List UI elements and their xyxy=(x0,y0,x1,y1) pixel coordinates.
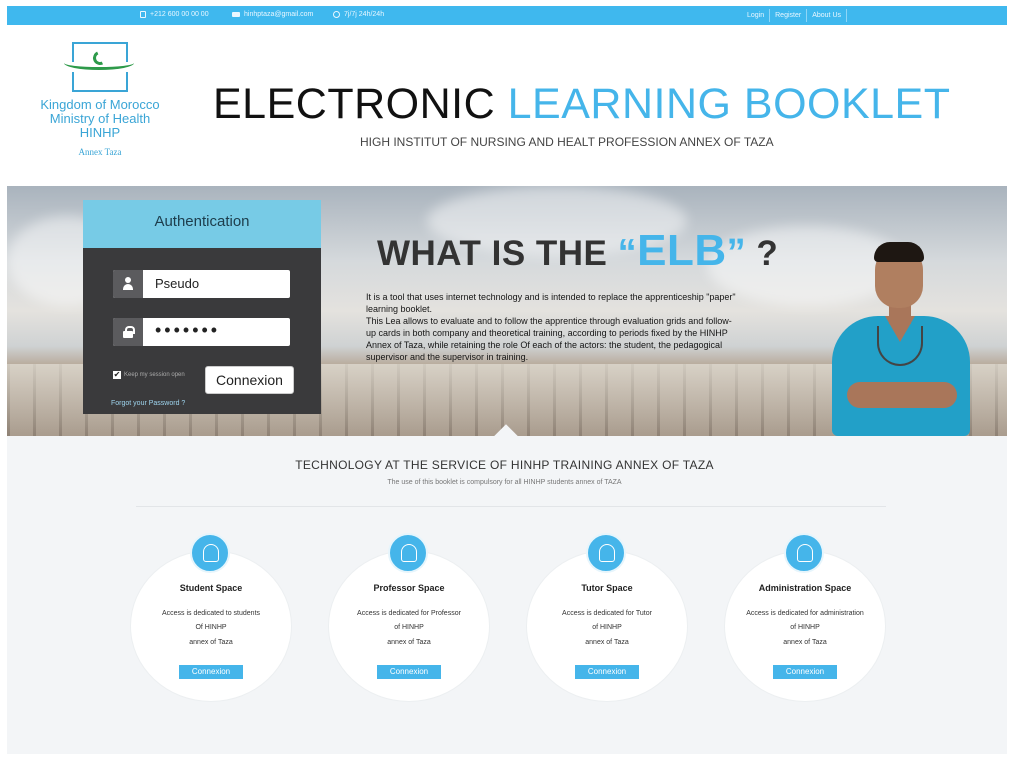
professor-space-line-2: of HINHP xyxy=(394,624,424,631)
professor-space-line-3: annex of Taza xyxy=(387,639,431,646)
student-space-line-2: Of HINHP xyxy=(195,624,227,631)
nurse-photo xyxy=(827,242,977,436)
student-space-line-3: annex of Taza xyxy=(189,639,233,646)
question-mark: ? xyxy=(746,234,779,273)
student-space-line-1: Access is dedicated to students xyxy=(161,610,261,617)
professor-glyph xyxy=(401,544,417,562)
clock-icon xyxy=(333,11,340,18)
logo-line-2: Ministry of Health xyxy=(49,111,151,126)
administration-space-line-1: Access is dedicated for administration xyxy=(746,610,864,617)
user-icon xyxy=(123,277,133,291)
phone-info: +212 600 00 00 00 xyxy=(140,11,209,18)
administration-icon xyxy=(784,533,824,573)
register-link[interactable]: Register xyxy=(770,9,808,22)
password-value: ••••••• xyxy=(155,320,221,340)
tutor-connexion-button[interactable]: Connexion xyxy=(575,665,639,679)
hours-text: 7j/7j 24h/24h xyxy=(344,11,385,18)
logo-line-4: Annex Taza xyxy=(78,147,122,157)
professor-space-title: Professor Space xyxy=(373,583,445,593)
administration-connexion-button[interactable]: Connexion xyxy=(773,665,837,679)
institution-logo[interactable]: Kingdom of Morocco Ministry of Health HI… xyxy=(30,42,170,160)
administration-space-line-3: annex of Taza xyxy=(783,639,827,646)
administration-glyph xyxy=(797,544,813,562)
connexion-button[interactable]: Connexion xyxy=(205,366,294,394)
page-title-part-2: LEARNING BOOKLET xyxy=(507,80,951,128)
page-title: ELECTRONIC LEARNING BOOKLET xyxy=(213,80,951,129)
about-us-link[interactable]: About Us xyxy=(807,9,847,22)
auth-title: Authentication xyxy=(83,200,321,248)
page-title-part-1: ELECTRONIC xyxy=(213,80,508,128)
keep-session-label: Keep my session open xyxy=(124,372,185,378)
username-value: Pseudo xyxy=(155,276,200,291)
tutor-space-line-3: annex of Taza xyxy=(585,639,629,646)
hours-info: 7j/7j 24h/24h xyxy=(333,11,384,18)
keep-session[interactable]: ✔ Keep my session open xyxy=(113,371,185,379)
tutor-space-line-1: Access is dedicated for Tutor xyxy=(562,610,652,617)
section-divider xyxy=(136,506,886,507)
tutor-icon xyxy=(586,533,626,573)
elb-text: ELB xyxy=(637,226,727,275)
phone-text: +212 600 00 00 00 xyxy=(150,11,209,18)
user-icon-box xyxy=(113,270,143,298)
what-is-elb-heading: WHAT IS THE “ELB” ? xyxy=(377,226,778,276)
hero-banner: Authentication Pseudo ••••••• ✔ Keep my … xyxy=(7,186,1007,436)
section-title: TECHNOLOGY AT THE SERVICE OF HINHP TRAIN… xyxy=(295,458,714,472)
tutor-space-line-2: of HINHP xyxy=(592,624,622,631)
email-text: hinhptaza@gmail.com xyxy=(244,11,314,18)
graduate-icon xyxy=(190,533,230,573)
tutor-space-title: Tutor Space xyxy=(581,583,633,593)
student-space-title: Student Space xyxy=(179,583,243,593)
student-connexion-button[interactable]: Connexion xyxy=(179,665,243,679)
graduate-glyph xyxy=(203,544,219,562)
professor-icon xyxy=(388,533,428,573)
section-subtitle: The use of this booklet is compulsory fo… xyxy=(387,479,622,486)
authentication-panel: Authentication Pseudo ••••••• ✔ Keep my … xyxy=(83,200,321,414)
quote-open: “ xyxy=(617,232,638,274)
hair xyxy=(874,242,924,262)
username-field[interactable]: Pseudo xyxy=(113,270,290,298)
tutor-glyph xyxy=(599,544,615,562)
professor-space-line-1: Access is dedicated for Professor xyxy=(357,610,461,617)
logo-line-3: HINHP xyxy=(79,125,121,140)
top-bar: +212 600 00 00 00 hinhptaza@gmail.com 7j… xyxy=(7,6,1007,25)
keep-session-checkbox[interactable]: ✔ xyxy=(113,371,121,379)
password-field[interactable]: ••••••• xyxy=(113,318,290,346)
top-nav: Login Register About Us xyxy=(742,8,847,23)
login-link[interactable]: Login xyxy=(742,9,771,22)
elb-description: It is a tool that uses internet technolo… xyxy=(366,292,736,362)
administration-space-line-2: of HINHP xyxy=(790,624,820,631)
lock-icon-box xyxy=(113,318,143,346)
phone-icon xyxy=(140,11,146,18)
administration-space-title: Administration Space xyxy=(758,583,852,593)
professor-connexion-button[interactable]: Connexion xyxy=(377,665,441,679)
page-subtitle: HIGH INSTITUT OF NURSING AND HEALT PROFE… xyxy=(360,135,774,149)
email-info: hinhptaza@gmail.com xyxy=(232,11,313,18)
lock-icon xyxy=(123,326,135,338)
what-prefix: WHAT IS THE xyxy=(377,234,618,273)
crossed-arms xyxy=(847,382,957,408)
mail-icon xyxy=(232,12,240,17)
logo-line-1: Kingdom of Morocco xyxy=(40,97,160,112)
forgot-password-link[interactable]: Forgot your Password ? xyxy=(111,400,185,407)
quote-close: ” xyxy=(726,232,747,274)
